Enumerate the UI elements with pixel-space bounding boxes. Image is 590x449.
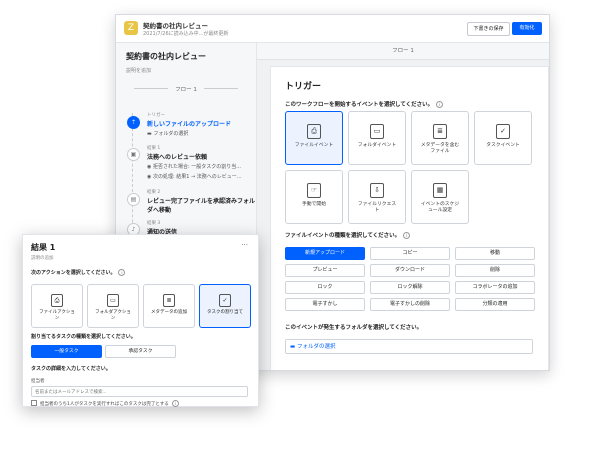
type-watermark[interactable]: 電子すかし (285, 298, 365, 311)
outcome-title: 結果 1 (31, 243, 56, 252)
type-question: ファイルイベントの種類を選択してください。 i (285, 231, 411, 239)
assignee-label: 担当者 (31, 379, 45, 384)
approval-task-button[interactable]: 承認タスク (105, 345, 176, 358)
upload-icon: ⇡ (127, 116, 140, 129)
step-type: 結果 3 (147, 221, 161, 226)
type-copy[interactable]: コピー (370, 247, 450, 260)
step-folder: ▬ フォルダの選択 (147, 131, 189, 137)
type-remove-watermark[interactable]: 電子すかしの削除 (370, 298, 450, 311)
step-type: 結果 2 (147, 190, 161, 195)
event-schedule[interactable]: ▦ イベントのスケジ ュール設定 (411, 170, 469, 224)
metadata-add-icon: ≣ (163, 294, 175, 307)
action-folder[interactable]: ▭ フォルダアクション (87, 284, 139, 328)
type-lock[interactable]: ロック (285, 281, 365, 294)
folder-question: このイベントが発生するフォルダを選択してください。 (285, 325, 423, 331)
action-question: 次のアクションを選択してください。 i (31, 269, 126, 276)
step-title-cont: ダへ移動 (147, 207, 172, 214)
task-type-question: 割り当てるタスクの種類を選択してください。 (31, 334, 136, 340)
event-folder[interactable]: ▭ フォルダイベント (348, 111, 406, 165)
event-metadata[interactable]: ≣ メタデータを含む ファイル (411, 111, 469, 165)
step-type: トリガー (147, 113, 165, 118)
task-event-icon: ✓ (496, 124, 510, 139)
type-download[interactable]: ダウンロード (370, 264, 450, 277)
step-title[interactable]: レビュー完了ファイルを承認済みフォル (147, 196, 255, 205)
add-description[interactable]: 説明の追加 (31, 255, 54, 261)
step-type: 結果 1 (147, 146, 161, 151)
checkbox-icon[interactable] (31, 400, 37, 406)
file-move-icon: ▤ (127, 193, 140, 206)
more-options-icon[interactable]: ··· (241, 241, 248, 249)
schedule-icon: ▦ (433, 183, 447, 198)
save-draft-button[interactable]: 下書きの保存 (467, 22, 510, 36)
task-detail-question: タスクの詳細を入力してください。 (31, 366, 111, 372)
step-branch: ◉ 次の処理: 結果1 → 法務へのレビュー... (147, 174, 242, 180)
folder-icon: ▬ (290, 344, 297, 350)
info-icon[interactable]: i (118, 269, 126, 276)
info-icon[interactable]: i (403, 232, 411, 239)
file-action-icon: ⎙ (51, 294, 63, 307)
assignee-input[interactable] (31, 386, 248, 397)
action-file[interactable]: ⎙ ファイルアクション (31, 284, 83, 328)
single-assignee-checkbox[interactable]: 担当者のうち1人がタスクを実行すればこのタスクは完了とする i (31, 400, 179, 407)
app-logo-icon: Z (124, 21, 138, 35)
event-manual[interactable]: ☞ 手動で開始 (285, 170, 343, 224)
enable-button[interactable]: 有効化 (512, 22, 542, 35)
type-unlock[interactable]: ロック解除 (370, 281, 450, 294)
event-file-request[interactable]: ⇩ ファイルリクエスト (348, 170, 406, 224)
manual-start-icon: ☞ (307, 183, 321, 198)
type-add-collaborator[interactable]: コラボレータの追加 (455, 281, 535, 294)
event-question: このワークフローを開始するイベントを選択してください。 i (285, 100, 444, 108)
task-icon: ▣ (127, 148, 140, 161)
main-panel: フロー 1 トリガー このワークフローを開始するイベントを選択してください。 i … (257, 43, 549, 370)
type-apply-classification[interactable]: 分類の適用 (455, 298, 535, 311)
file-event-icon: ⎙ (307, 124, 321, 139)
folder-event-icon: ▭ (370, 124, 384, 139)
metadata-file-icon: ≣ (433, 124, 447, 139)
flow-header: フロー 1 (257, 43, 549, 60)
add-description[interactable]: 説明を追加 (126, 67, 151, 74)
info-icon[interactable]: i (171, 400, 179, 407)
outcome-panel: 結果 1 ··· 説明の追加 次のアクションを選択してください。 i ⎙ ファイルア… (22, 234, 259, 407)
last-updated: 2021/7/26に読み込み中...が最終更新 (143, 31, 229, 37)
workflow-title[interactable]: 契約書の社内レビュー (126, 51, 206, 62)
step-branch: ◉ 拒否された場合: 一般タスクの割り当... (147, 164, 241, 170)
folder-action-icon: ▭ (107, 294, 119, 307)
type-preview[interactable]: プレビュー (285, 264, 365, 277)
folder-select[interactable]: ▬ フォルダの選択 (285, 339, 533, 354)
general-task-button[interactable]: 一般タスク (31, 345, 102, 358)
flow-label: フロー 1 (126, 85, 246, 93)
info-icon[interactable]: i (436, 101, 444, 108)
type-new-upload[interactable]: 新規アップロード (285, 247, 365, 260)
file-request-icon: ⇩ (370, 183, 384, 198)
event-task[interactable]: ✓ タスクイベント (474, 111, 532, 165)
step-title[interactable]: 法務へのレビュー依頼 (147, 152, 207, 161)
event-file[interactable]: ⎙ ファイルイベント (285, 111, 343, 165)
trigger-card: トリガー このワークフローを開始するイベントを選択してください。 i ⎙ ファイルイ… (270, 66, 549, 370)
action-assign-task[interactable]: ✓ タスクの割り当て (199, 284, 251, 328)
step-title[interactable]: 新しいファイルのアップロード (147, 119, 231, 128)
action-metadata[interactable]: ≣ メタデータの追加 (143, 284, 195, 328)
app-title: 契約書の社内レビュー (143, 22, 208, 30)
task-assign-icon: ✓ (219, 294, 231, 307)
trigger-title: トリガー (285, 82, 322, 92)
app-header: Z 契約書の社内レビュー 2021/7/26に読み込み中...が最終更新 下書き… (116, 15, 549, 43)
type-delete[interactable]: 削除 (455, 264, 535, 277)
type-move[interactable]: 移動 (455, 247, 535, 260)
